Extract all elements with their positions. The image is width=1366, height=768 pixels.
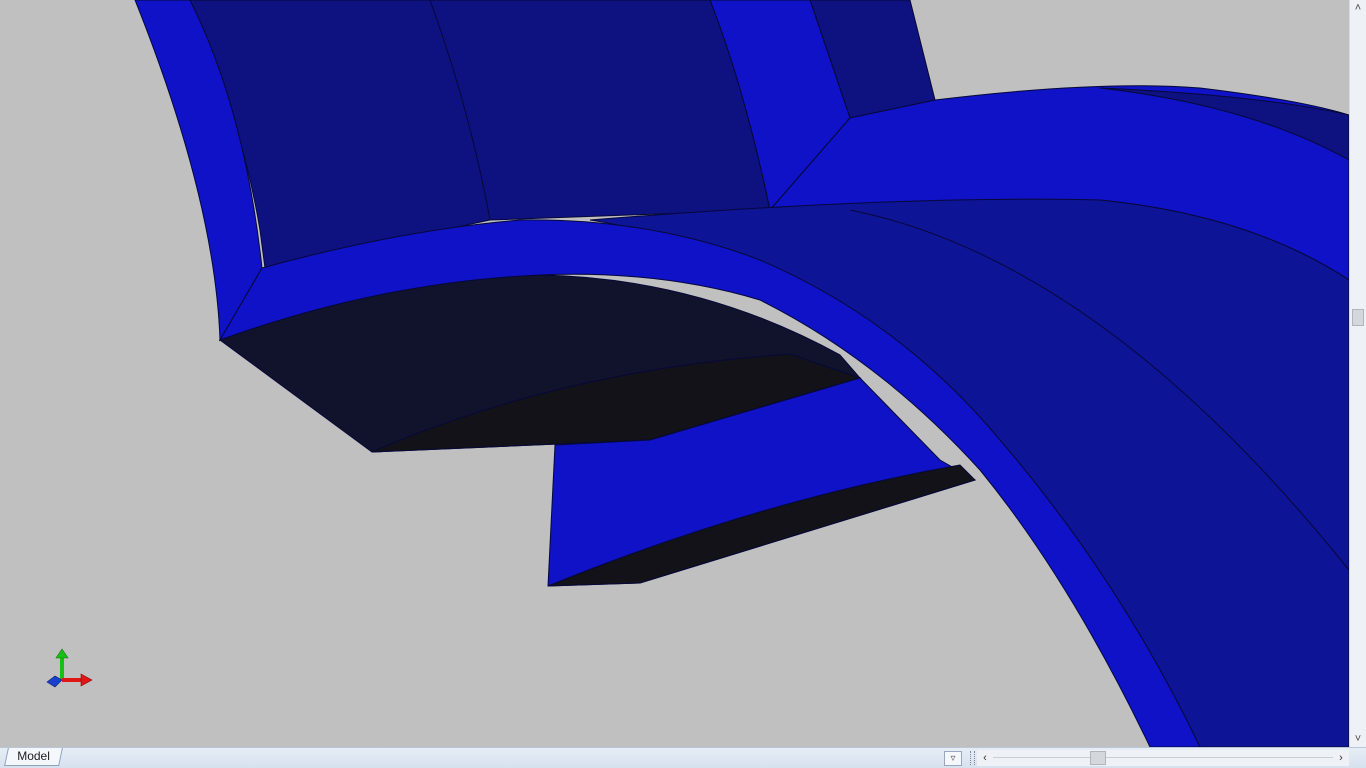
tab-model-label: Model — [17, 749, 50, 763]
triad-x-axis-icon — [62, 673, 93, 687]
vertical-scrollbar[interactable]: ˄ ˅ — [1349, 0, 1366, 747]
model-geometry[interactable] — [0, 0, 1349, 747]
chevron-right-icon[interactable]: › — [1333, 750, 1349, 766]
tab-model[interactable]: Model — [4, 748, 63, 766]
horizontal-scroll-thumb[interactable] — [1090, 751, 1106, 765]
coordinate-triad — [46, 648, 93, 688]
chevron-down-icon[interactable]: ˅ — [1350, 731, 1366, 747]
document-tab-bar: Model ▿ ‹ › — [0, 747, 1366, 768]
triad-z-axis-icon — [46, 675, 63, 688]
graphics-viewport[interactable] — [0, 0, 1349, 747]
vertical-scroll-thumb[interactable] — [1352, 309, 1364, 326]
chevron-up-icon[interactable]: ˄ — [1350, 0, 1366, 16]
chevron-left-icon[interactable]: ‹ — [977, 750, 993, 766]
scrollbar-splitter[interactable] — [970, 751, 975, 765]
tab-menu-button[interactable]: ▿ — [944, 751, 962, 766]
horizontal-scrollbar[interactable]: ‹ › — [977, 750, 1349, 766]
chevron-down-icon: ▿ — [950, 753, 956, 764]
triad-y-axis-icon — [55, 648, 69, 679]
horizontal-scroll-track[interactable] — [993, 757, 1333, 758]
